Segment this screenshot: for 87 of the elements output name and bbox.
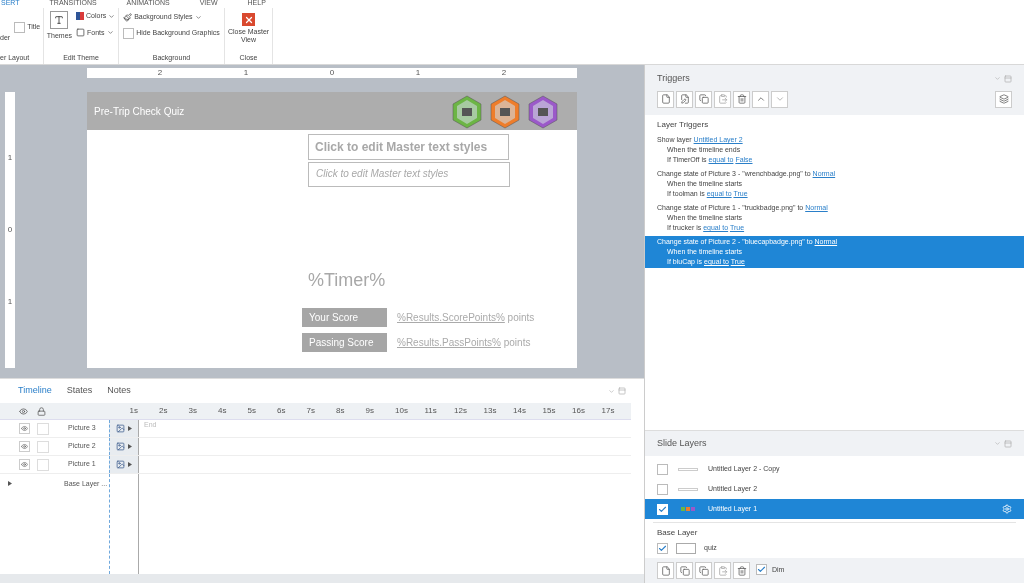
checkbox[interactable]	[756, 563, 767, 575]
ruler-label: 1	[415, 68, 421, 78]
time-tick: 8s	[336, 405, 346, 417]
panel-title: Slide Layers	[657, 436, 708, 450]
time-tick: 13s	[483, 405, 498, 417]
timer-text: %Timer%	[308, 269, 387, 292]
time-tick: 1s	[129, 405, 139, 417]
section-heading: Layer Triggers	[656, 119, 710, 131]
picture-icon	[116, 460, 125, 469]
panel-tab[interactable]: States	[66, 384, 93, 398]
ruler-label: 1	[7, 152, 13, 164]
score-value: %Results.ScorePoints% points	[397, 311, 535, 325]
time-tick: 6s	[277, 405, 287, 417]
checkbox[interactable]	[657, 542, 668, 554]
checkbox[interactable]	[657, 483, 668, 495]
checkbox[interactable]	[123, 27, 135, 39]
panel-tab[interactable]: Timeline	[18, 384, 52, 398]
score-label: Passing Score	[302, 333, 387, 352]
time-tick: 14s	[513, 405, 527, 417]
section-heading: Base Layer	[656, 527, 699, 539]
time-tick: 2s	[159, 405, 169, 417]
panel-tab[interactable]: Notes	[107, 384, 131, 398]
time-tick: 7s	[306, 405, 316, 417]
picture-icon	[116, 442, 125, 451]
move-down-icon[interactable]	[771, 90, 788, 108]
time-tick: 9s	[365, 405, 375, 417]
caret-icon	[106, 29, 114, 37]
panel-options-icon[interactable]	[994, 74, 1012, 83]
layer-thumbnail	[676, 542, 696, 554]
horizontal-scrollbar[interactable]	[0, 574, 644, 583]
move-up-icon[interactable]	[752, 90, 769, 108]
paintbrush-icon	[123, 12, 133, 22]
time-tick: 15s	[542, 405, 557, 417]
new-icon[interactable]	[657, 562, 674, 579]
settings-icon	[1002, 504, 1012, 514]
delete-icon[interactable]	[733, 90, 750, 108]
eye-icon	[19, 406, 28, 416]
layer-thumbnail	[678, 467, 698, 471]
visibility-toggle[interactable]	[19, 459, 30, 470]
ruler-label: 0	[329, 68, 335, 78]
time-tick: 17s	[601, 405, 616, 417]
time-tick: 16s	[572, 405, 586, 417]
panel-options-icon[interactable]	[608, 387, 626, 395]
visibility-toggle[interactable]	[19, 423, 30, 434]
paste-icon[interactable]	[714, 562, 731, 579]
caret-icon	[194, 13, 202, 21]
ruler-label: 0	[7, 224, 13, 236]
duplicate-icon[interactable]	[676, 562, 693, 579]
lock-icon	[37, 406, 46, 416]
panel-title: Triggers	[657, 72, 691, 85]
ruler-label: 2	[501, 68, 507, 78]
checkbox[interactable]	[657, 463, 668, 475]
layer-thumbnail	[678, 487, 698, 491]
new-icon[interactable]	[657, 90, 674, 108]
visibility-toggle[interactable]	[19, 441, 30, 452]
paste-icon[interactable]	[714, 90, 731, 108]
themes-icon	[50, 11, 69, 29]
lock-toggle[interactable]	[37, 440, 49, 453]
caret-icon	[108, 12, 116, 20]
checkbox[interactable]	[14, 22, 26, 33]
copy-icon[interactable]	[695, 562, 712, 579]
time-tick: 3s	[188, 405, 198, 417]
time-tick: 4s	[218, 405, 228, 417]
panel-options-icon[interactable]	[994, 439, 1012, 448]
score-label: Your Score	[302, 308, 387, 327]
time-tick: 10s	[395, 405, 409, 417]
picture-icon	[116, 424, 125, 433]
expand-icon[interactable]	[128, 426, 132, 431]
close-icon	[242, 13, 255, 26]
delete-icon[interactable]	[733, 562, 750, 579]
expand-icon[interactable]	[8, 481, 12, 486]
edit-icon[interactable]	[676, 90, 693, 108]
time-tick: 5s	[247, 405, 257, 417]
lock-toggle[interactable]	[37, 458, 49, 471]
score-value: %Results.PassPoints% points	[397, 336, 531, 350]
expand-icon[interactable]	[128, 462, 132, 467]
slide-title: Pre-Trip Check Quiz	[94, 104, 186, 119]
lock-toggle[interactable]	[37, 422, 49, 435]
copy-icon[interactable]	[695, 90, 712, 108]
ruler-label: 1	[243, 68, 249, 78]
colors-icon	[76, 12, 85, 21]
expand-icon[interactable]	[128, 444, 132, 449]
ruler-label: 1	[7, 296, 13, 308]
time-tick: 11s	[424, 405, 438, 417]
ruler-label: 2	[157, 68, 163, 78]
layer-thumbnail	[681, 507, 695, 511]
time-tick: 12s	[454, 405, 468, 417]
